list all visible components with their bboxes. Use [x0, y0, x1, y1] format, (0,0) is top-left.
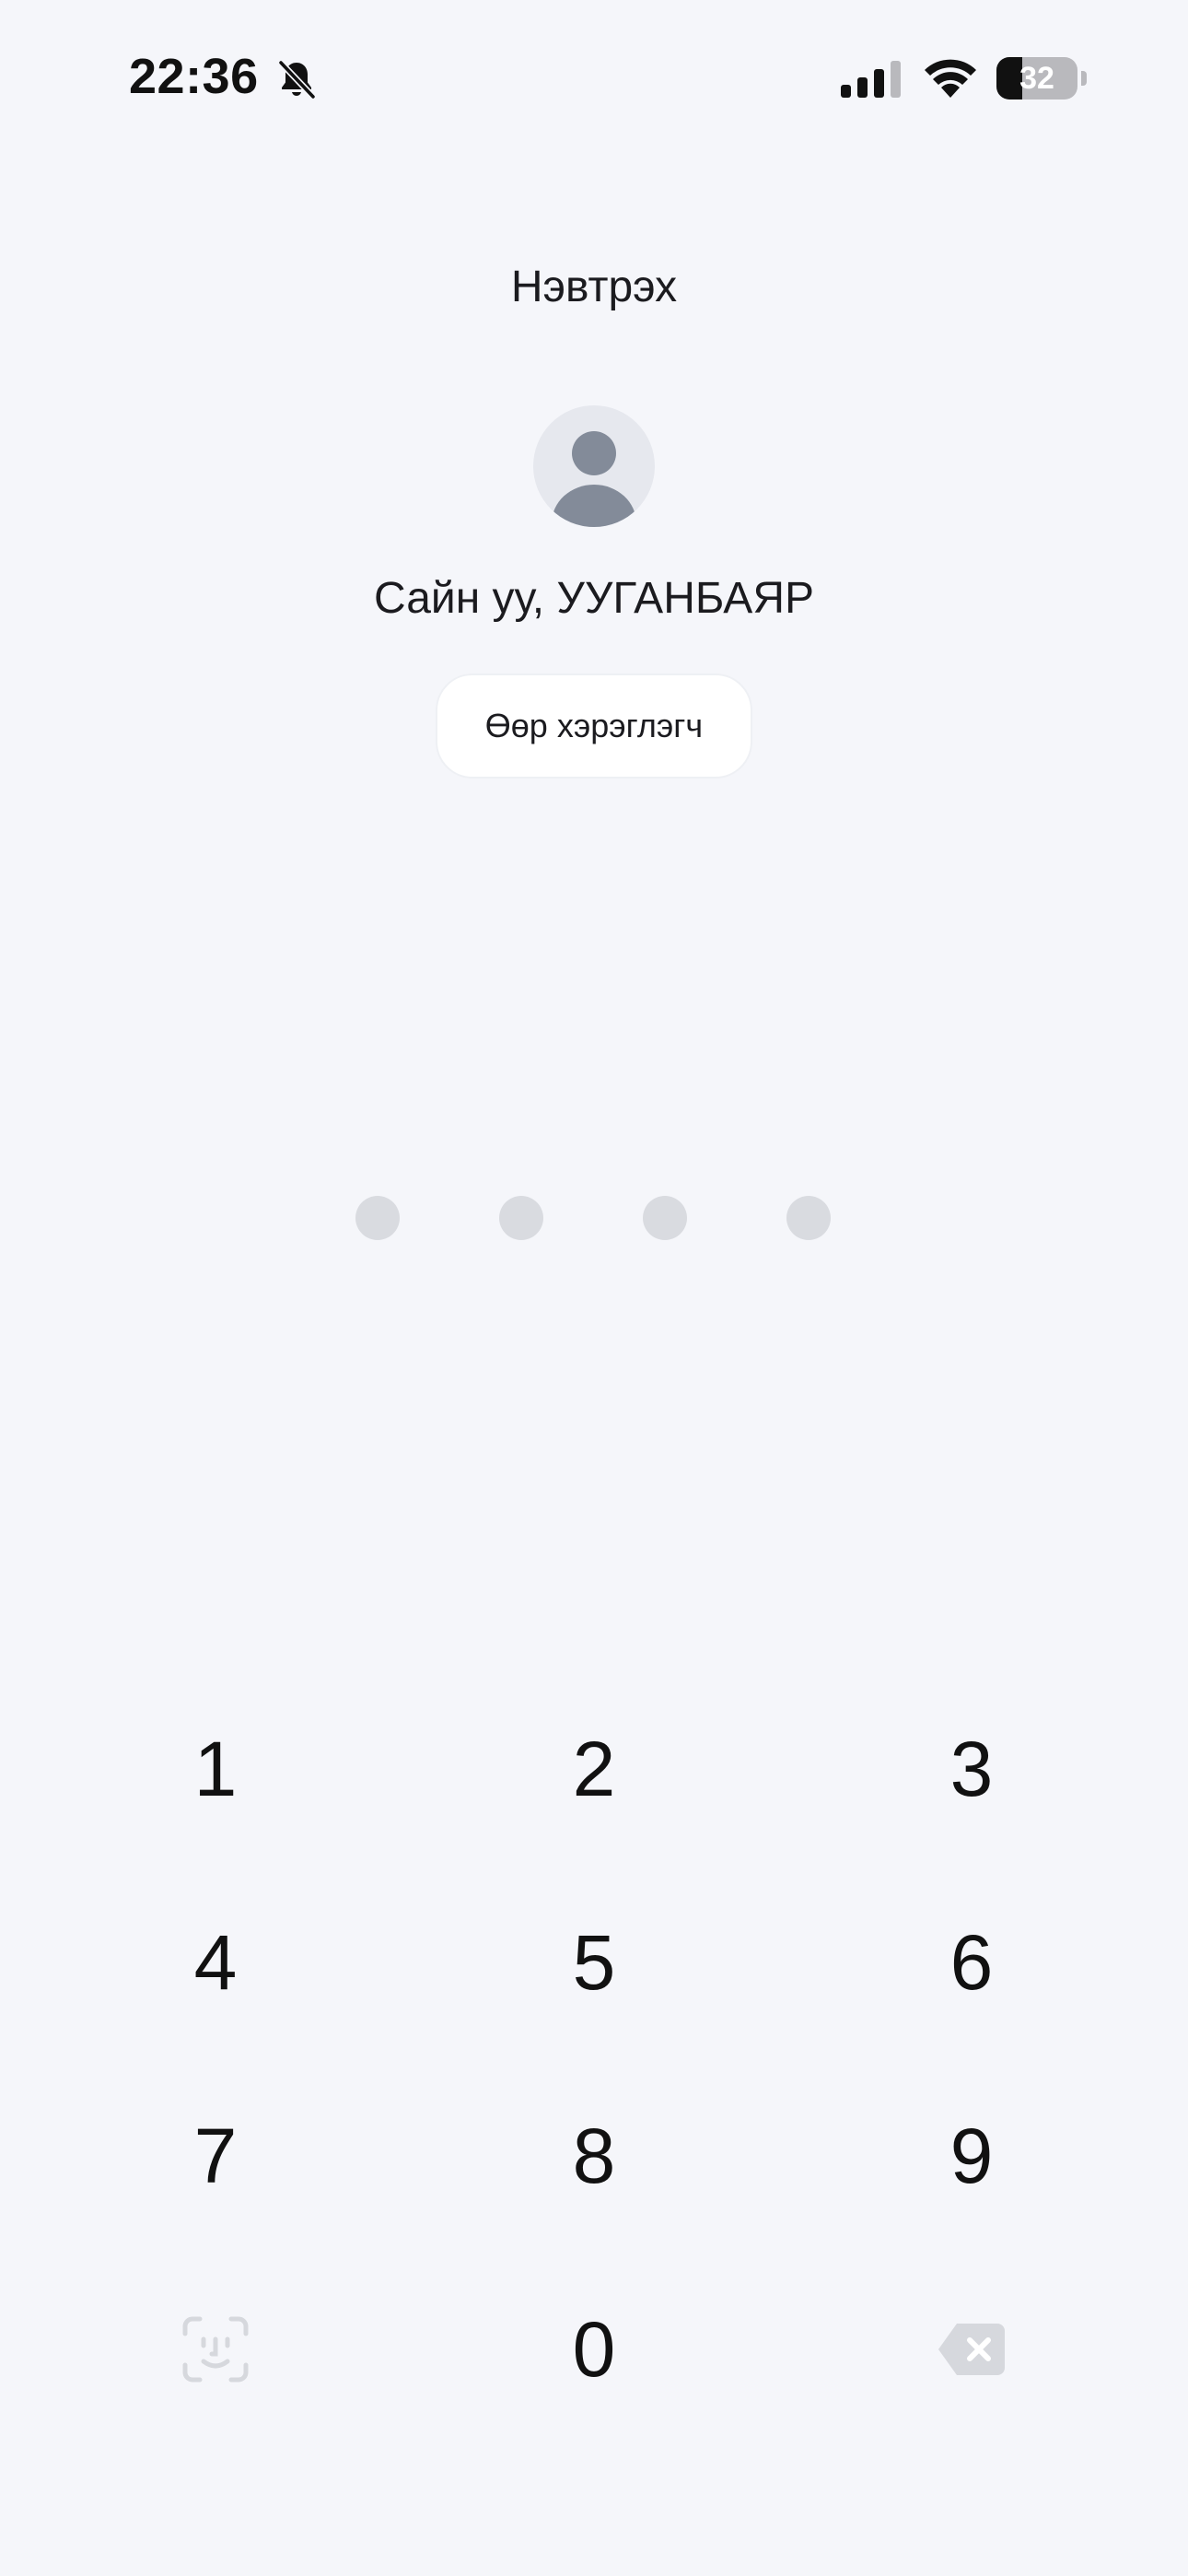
pin-dot: [786, 1196, 831, 1240]
key-4[interactable]: 4: [105, 1884, 326, 2041]
key-2[interactable]: 2: [483, 1691, 705, 1847]
other-user-button[interactable]: Өөр хэрэглэгч: [436, 673, 752, 779]
other-user-button-label: Өөр хэрэглэгч: [484, 707, 704, 744]
cellular-signal-icon: [841, 61, 901, 98]
key-6[interactable]: 6: [861, 1884, 1082, 2041]
battery-icon: 32: [996, 57, 1077, 100]
wifi-icon: [925, 59, 976, 98]
key-1[interactable]: 1: [105, 1691, 326, 1847]
face-id-icon: [182, 2316, 249, 2383]
key-9[interactable]: 9: [861, 2078, 1082, 2234]
bell-slash-icon: [277, 59, 317, 100]
face-id-button[interactable]: [105, 2271, 326, 2428]
battery-indicator: 32: [996, 57, 1089, 100]
pin-indicator: [0, 1196, 1188, 1242]
delete-button[interactable]: [861, 2271, 1082, 2428]
pin-dot: [499, 1196, 543, 1240]
login-screen: 22:36 32 Нэвтрэх Сайн уу, УУГАНБАЯР Өөр …: [0, 0, 1188, 2576]
key-0[interactable]: 0: [483, 2271, 705, 2428]
key-3[interactable]: 3: [861, 1691, 1082, 1847]
avatar: [533, 405, 655, 527]
battery-cap: [1081, 71, 1087, 86]
battery-level: 32: [1019, 61, 1054, 96]
status-bar: 22:36 32: [0, 0, 1188, 161]
key-5[interactable]: 5: [483, 1884, 705, 2041]
key-7[interactable]: 7: [105, 2078, 326, 2234]
pin-dot: [643, 1196, 687, 1240]
key-8[interactable]: 8: [483, 2078, 705, 2234]
backspace-icon: [938, 2324, 1005, 2375]
status-time: 22:36: [129, 49, 259, 104]
pin-dot: [355, 1196, 400, 1240]
page-title: Нэвтрэх: [510, 263, 678, 311]
greeting-text: Сайн уу, УУГАНБАЯР: [373, 574, 814, 623]
person-icon: [552, 431, 636, 527]
